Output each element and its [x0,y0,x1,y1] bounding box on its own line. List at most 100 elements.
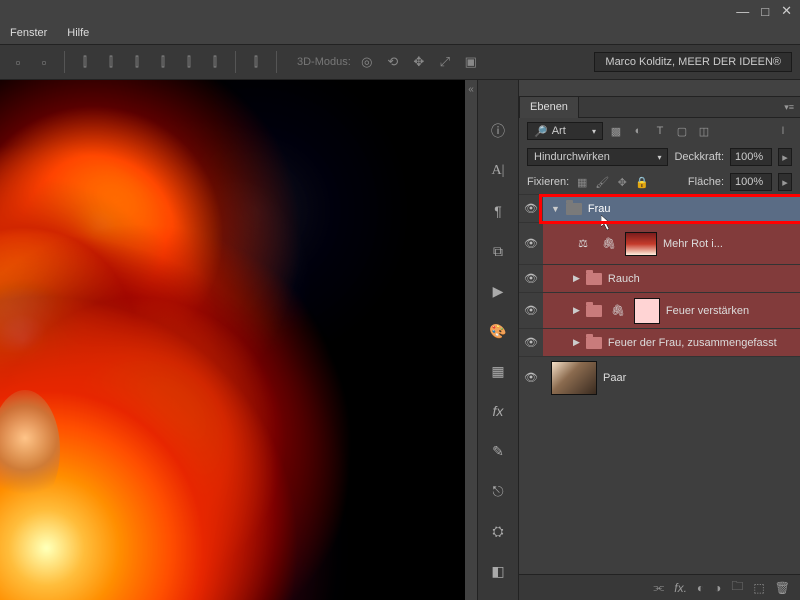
filter-smart-icon[interactable]: ◫ [695,122,713,140]
lock-pixels-icon[interactable]: 🖌 [595,175,609,189]
layer-name[interactable]: Paar [603,372,626,384]
visibility-toggle[interactable]: 👁 [519,304,543,317]
distribute-icon[interactable]: ⫿ [101,52,121,72]
filter-adjust-icon[interactable]: ◐ [629,122,647,140]
visibility-toggle[interactable]: 👁 [519,371,543,384]
layer-group-feuer[interactable]: 👁 ▶ 🖇 Feuer verstärken [519,292,800,328]
minimize-button[interactable]: — [736,4,749,19]
menu-bar: Fenster Hilfe [0,22,800,44]
visibility-toggle[interactable]: 👁 [519,202,543,215]
distribute-icon[interactable]: ⫿ [153,52,173,72]
window-titlebar: — □ ✕ [0,0,800,22]
layer-fx-icon[interactable]: fx. [674,581,687,595]
mask-thumbnail[interactable] [634,298,660,324]
distribute-icon[interactable]: ⫿ [179,52,199,72]
panel-gutter: « [465,80,477,600]
canvas-artwork [0,80,465,600]
opacity-field[interactable]: 100% [730,148,772,166]
layers-bottom-bar: ⫘ fx. ◐ ◑ 🗀 ⬚ 🗑 [519,574,800,600]
swatches-panel-icon[interactable]: ▦ [487,360,509,382]
lock-transparency-icon[interactable]: ▦ [575,175,589,189]
new-group-icon[interactable]: 🗀 [731,577,743,598]
layer-group-frau[interactable]: 👁 ▼ Frau [519,194,800,222]
fill-flyout[interactable]: ▸ [778,173,792,191]
document-canvas[interactable] [0,80,465,600]
filter-kind-select[interactable]: 🔎Art ▾ [527,122,603,140]
opacity-flyout[interactable]: ▸ [778,148,792,166]
layers-tab[interactable]: Ebenen [519,96,579,118]
3d-orbit-icon[interactable]: ◎ [357,52,377,72]
filter-pixel-icon[interactable]: ▩ [607,122,625,140]
distribute-icon[interactable]: ⫿ [205,52,225,72]
settings-panel-icon[interactable]: ⛭ [487,520,509,542]
separator [276,51,277,73]
menu-window[interactable]: Fenster [10,27,47,39]
3d-slide-icon[interactable]: ⤢ [435,52,455,72]
auto-align-icon[interactable]: ⫿ [246,52,266,72]
layer-name[interactable]: Mehr Rot i... [663,238,723,250]
opacity-label: Deckkraft: [674,151,724,163]
collapse-icon[interactable]: « [468,84,474,95]
visibility-toggle[interactable]: 👁 [519,237,543,250]
3d-roll-icon[interactable]: ⟲ [383,52,403,72]
close-button[interactable]: ✕ [781,3,792,19]
chevron-right-icon[interactable]: ▶ [573,273,580,284]
brush-panel-icon[interactable]: ✎ [487,440,509,462]
3d-pan-icon[interactable]: ✥ [409,52,429,72]
align-icon[interactable]: ▫ [8,52,28,72]
panel-tabs: Ebenen ▾≡ [519,96,800,118]
visibility-toggle[interactable]: 👁 [519,336,543,349]
layers-panel: Ebenen ▾≡ 🔎Art ▾ ▩ ◐ T ▢ ◫ ⏽ Hindurchwir… [519,80,800,600]
layer-thumbnail[interactable] [625,232,657,256]
visibility-toggle[interactable]: 👁 [519,272,543,285]
filter-toggle[interactable]: ⏽ [774,122,792,140]
layer-name[interactable]: Frau [588,203,611,215]
distribute-icon[interactable]: ⫿ [127,52,147,72]
fill-field[interactable]: 100% [730,173,772,191]
play-panel-icon[interactable]: ▶ [487,280,509,302]
menu-help[interactable]: Hilfe [67,27,89,39]
new-adjustment-icon[interactable]: ◑ [714,581,721,595]
layer-group-rauch[interactable]: 👁 ▶ Rauch [519,264,800,292]
blend-mode-select[interactable]: Hindurchwirken ▾ [527,148,668,166]
maximize-button[interactable]: □ [761,4,769,19]
distribute-icon[interactable]: ⫿ [75,52,95,72]
color-panel-icon[interactable]: 🎨 [487,320,509,342]
filter-type-icon[interactable]: T [651,122,669,140]
cube-panel-icon[interactable]: ◧ [487,560,509,582]
chevron-right-icon[interactable]: ▶ [573,337,580,348]
panel-icon[interactable]: ⧉ [487,240,509,262]
layer-group-feuer-zusammen[interactable]: 👁 ▶ Feuer der Frau, zusammengefasst [519,328,800,356]
lock-all-icon[interactable]: 🔒 [635,175,649,189]
device-panel-icon[interactable]: ⎋ [487,480,509,502]
add-mask-icon[interactable]: ◐ [697,581,704,595]
fill-label: Fläche: [688,176,724,188]
chevron-down-icon: ▾ [592,127,596,136]
align-icon[interactable]: ▫ [34,52,54,72]
separator [235,51,236,73]
search-icon: 🔎 [534,125,548,138]
chevron-right-icon[interactable]: ▶ [573,305,580,316]
character-panel-icon[interactable]: A| [487,160,509,182]
layer-adjustment[interactable]: 👁 ⚖ 🖇 Mehr Rot i... [519,222,800,264]
link-layers-icon[interactable]: ⫘ [653,580,664,595]
panel-menu-icon[interactable]: ▾≡ [784,102,794,113]
3d-camera-icon[interactable]: ▣ [461,52,481,72]
layer-name[interactable]: Rauch [608,273,640,285]
layer-paar[interactable]: 👁 Paar [519,356,800,398]
styles-panel-icon[interactable]: fx [487,400,509,422]
filter-shape-icon[interactable]: ▢ [673,122,691,140]
lock-position-icon[interactable]: ✥ [615,175,629,189]
chevron-down-icon[interactable]: ▼ [551,204,560,214]
layer-name[interactable]: Feuer verstärken [666,305,749,317]
delete-layer-icon[interactable]: 🗑 [775,581,790,595]
paragraph-panel-icon[interactable]: ¶ [487,200,509,222]
options-toolbar: ▫ ▫ ⫿ ⫿ ⫿ ⫿ ⫿ ⫿ ⫿ 3D-Modus: ◎ ⟲ ✥ ⤢ ▣ Ma… [0,44,800,80]
cursor-icon [601,215,613,231]
info-panel-icon[interactable]: ⓘ [487,120,509,142]
new-layer-icon[interactable]: ⬚ [753,581,764,595]
layer-filter-row: 🔎Art ▾ ▩ ◐ T ▢ ◫ ⏽ [519,118,800,144]
folder-icon [566,203,582,215]
layer-thumbnail[interactable] [551,361,597,395]
layer-name[interactable]: Feuer der Frau, zusammengefasst [608,337,777,349]
